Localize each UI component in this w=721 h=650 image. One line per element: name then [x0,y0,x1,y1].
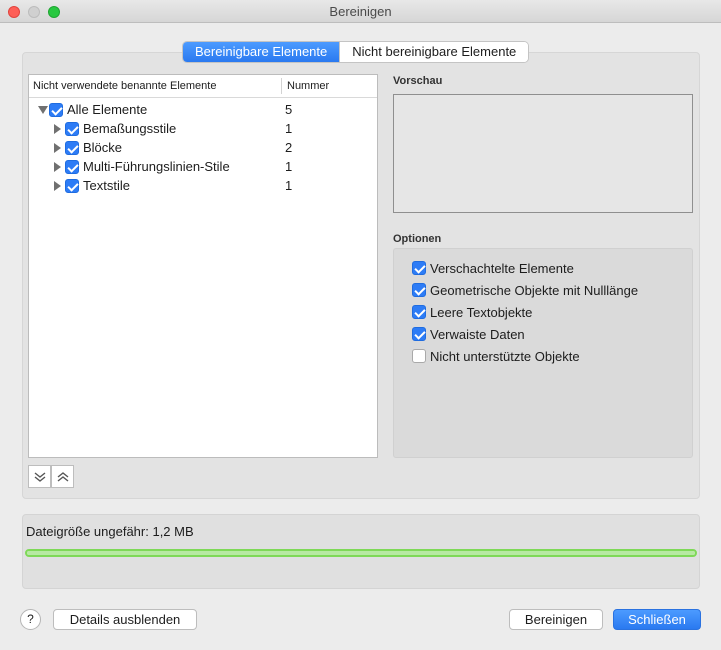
title-bar: Bereinigen [0,0,721,23]
chevrons-down-icon [34,472,46,482]
file-size-text: Dateigröße ungefähr: 1,2 MB [26,524,194,539]
option-label: Verschachtelte Elemente [430,261,574,276]
tree-row-count: 5 [285,102,293,117]
preview-label: Vorschau [393,75,443,87]
status-area: Dateigröße ungefähr: 1,2 MB [22,514,700,589]
disclosure-right-icon[interactable] [54,143,61,153]
tree-row-label: Textstile [83,178,130,193]
option-label: Geometrische Objekte mit Nulllänge [430,283,639,298]
disclosure-right-icon[interactable] [54,181,61,191]
tree-row-count: 1 [285,159,293,174]
option-checkbox[interactable] [412,261,426,275]
purge-tree[interactable]: Nicht verwendete benannte Elemente Numme… [28,74,378,458]
option-checkbox[interactable] [412,327,426,341]
tree-row-label: Multi-Führungslinien-Stile [83,159,230,174]
option-checkbox[interactable] [412,283,426,297]
tree-row-all[interactable]: Alle Elemente 5 [29,101,377,120]
column-divider [281,78,282,94]
tree-row-checkbox[interactable] [49,103,63,117]
options-group: Verschachtelte Elemente Geometrische Obj… [393,248,693,458]
tree-row-label: Blöcke [83,140,123,155]
tree-row-textstyles[interactable]: Textstile 1 [29,177,377,196]
option-label: Verwaiste Daten [430,327,525,342]
tree-row-mleaderstyles[interactable]: Multi-Führungslinien-Stile 1 [29,158,377,177]
option-checkbox[interactable] [412,305,426,319]
preview-area [393,94,693,213]
window-title: Bereinigen [329,4,392,19]
tree-row-count: 1 [285,121,293,136]
tree-row-dimstyles[interactable]: Bemaßungsstile 1 [29,120,377,139]
disclosure-down-icon[interactable] [38,106,48,114]
expand-all-button[interactable] [28,465,51,488]
tree-row-checkbox[interactable] [65,122,79,136]
close-button[interactable]: Schließen [613,609,701,630]
option-label: Leere Textobjekte [430,305,533,320]
tab-bar: Bereinigbare Elemente Nicht bereinigbare… [182,41,530,63]
option-checkbox[interactable] [412,349,426,363]
tree-row-label: Alle Elemente [67,102,148,117]
column-header-count[interactable]: Nummer [287,80,329,92]
column-header-name[interactable]: Nicht verwendete benannte Elemente [33,80,216,92]
disclosure-right-icon[interactable] [54,162,61,172]
purge-button[interactable]: Bereinigen [509,609,603,630]
option-label: Nicht unterstützte Objekte [430,349,580,364]
tab-purgeable[interactable]: Bereinigbare Elemente [183,42,340,62]
help-button[interactable]: ? [20,609,41,630]
hide-details-button[interactable]: Details ausblenden [53,609,197,630]
tree-row-count: 1 [285,178,293,193]
tree-row-checkbox[interactable] [65,141,79,155]
tree-row-blocks[interactable]: Blöcke 2 [29,139,377,158]
tab-not-purgeable[interactable]: Nicht bereinigbare Elemente [339,42,529,62]
tree-row-checkbox[interactable] [65,179,79,193]
tree-header: Nicht verwendete benannte Elemente Numme… [29,75,377,98]
progress-fill [27,551,695,555]
tree-row-label: Bemaßungsstile [83,121,177,136]
tree-row-count: 2 [285,140,293,155]
options-label: Optionen [393,233,442,245]
chevrons-up-icon [57,472,69,482]
progress-bar [25,549,697,557]
tree-row-checkbox[interactable] [65,160,79,174]
disclosure-right-icon[interactable] [54,124,61,134]
collapse-all-button[interactable] [51,465,74,488]
